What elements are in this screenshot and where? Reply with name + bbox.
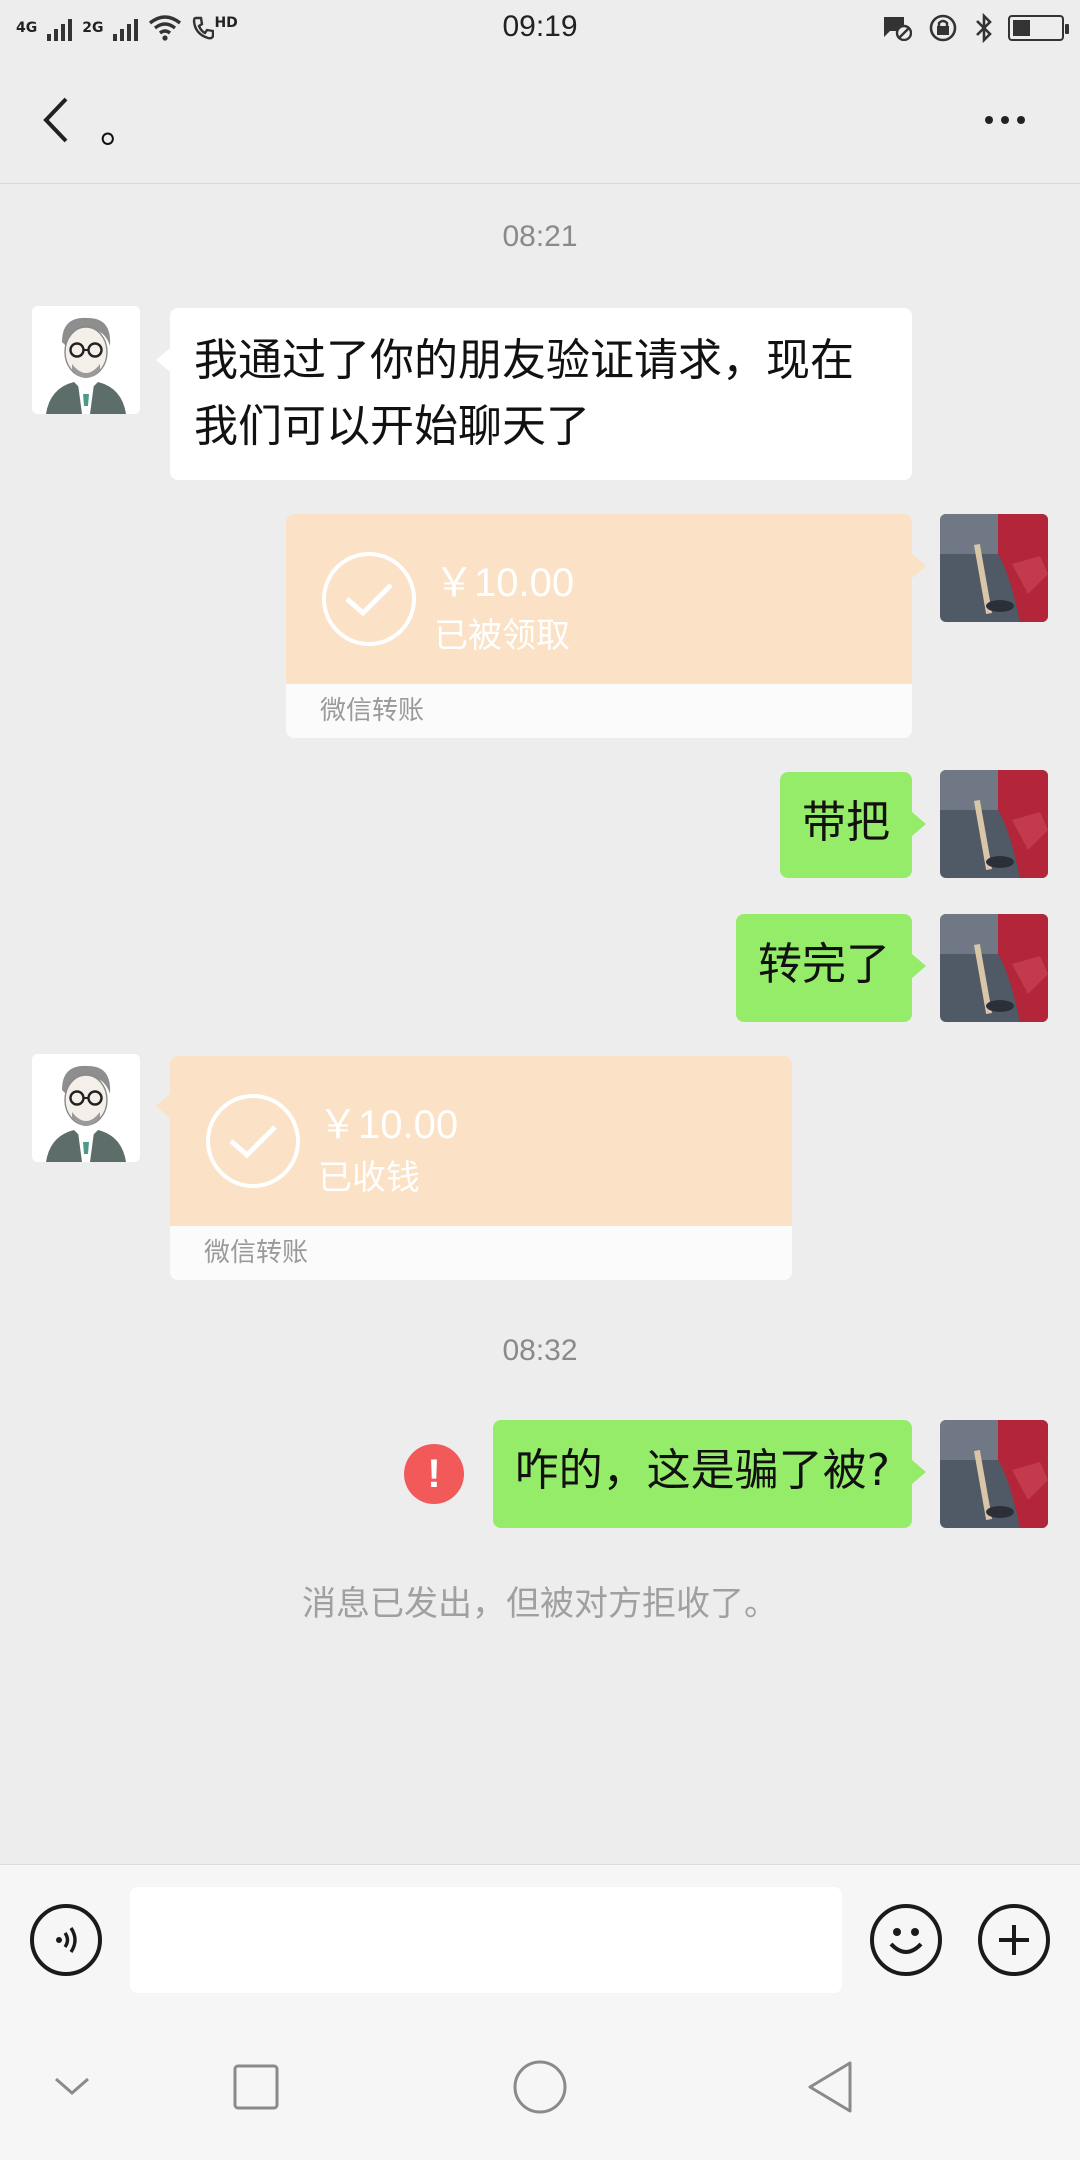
transfer-amount: ￥10.00 xyxy=(434,561,575,605)
chat-header: 。 xyxy=(0,56,1080,184)
timestamp: 08:32 xyxy=(502,1334,578,1367)
check-circle-icon xyxy=(206,1094,300,1188)
more-dot-icon xyxy=(1001,115,1009,124)
transfer-card-body: ￥10.00 已被领取 xyxy=(286,514,912,684)
transfer-bubble-arrow xyxy=(156,1094,170,1118)
chevron-left-icon xyxy=(43,97,68,142)
transfer-label: 微信转账 xyxy=(286,684,912,738)
contact-avatar[interactable] xyxy=(32,1054,140,1162)
hide-nav-button[interactable] xyxy=(12,2014,132,2160)
message-text: 转完了 xyxy=(758,939,890,990)
transfer-label: 微信转账 xyxy=(170,1226,792,1280)
message-bubble-sent[interactable]: 转完了 xyxy=(736,914,926,1022)
home-button[interactable] xyxy=(480,2014,600,2160)
check-circle-icon xyxy=(322,552,416,646)
message-text: 咋的，这是骗了被? xyxy=(514,1445,890,1496)
transfer-status: 已收钱 xyxy=(318,1158,420,1198)
my-avatar[interactable] xyxy=(940,514,1048,622)
transfer-card-body: ￥10.00 已收钱 xyxy=(170,1056,792,1226)
message-input[interactable] xyxy=(130,1887,842,1993)
transfer-amount: ￥10.00 xyxy=(318,1103,459,1147)
message-text: 我通过了你的朋友验证请求，现在我们可以开始聊天了 xyxy=(194,335,854,452)
battery-icon xyxy=(1008,15,1069,41)
more-actions-button[interactable] xyxy=(978,1904,1050,1976)
man-with-glasses-avatar-icon xyxy=(32,306,140,414)
transfer-card-sent[interactable]: ￥10.00 已被领取 微信转账 xyxy=(286,514,912,738)
my-avatar[interactable] xyxy=(940,914,1048,1022)
input-bar xyxy=(0,1864,1080,2014)
contact-avatar[interactable] xyxy=(32,306,140,414)
timestamp: 08:21 xyxy=(502,220,578,253)
system-navigation-bar xyxy=(0,2014,1080,2160)
message-bubble-sent[interactable]: 咋的，这是骗了被? xyxy=(492,1420,927,1528)
more-options-button[interactable] xyxy=(960,56,1050,183)
user-photo-avatar-icon xyxy=(940,514,1048,622)
chevron-down-icon xyxy=(55,2077,89,2095)
message-bubble-received[interactable]: 我通过了你的朋友验证请求，现在我们可以开始聊天了 xyxy=(156,308,912,480)
message-bubble-sent[interactable]: 带把 xyxy=(780,772,926,878)
more-dot-icon xyxy=(985,115,993,124)
rejected-notice: 消息已发出，但被对方拒收了。 xyxy=(302,1584,778,1624)
my-avatar[interactable] xyxy=(940,770,1048,878)
transfer-bubble-arrow xyxy=(912,554,926,578)
back-nav-button[interactable] xyxy=(770,2014,890,2160)
transfer-card-received[interactable]: ￥10.00 已收钱 微信转账 xyxy=(170,1056,792,1280)
recent-apps-button[interactable] xyxy=(196,2014,316,2160)
user-photo-avatar-icon xyxy=(940,1420,1048,1528)
more-dot-icon xyxy=(1017,115,1025,124)
triangle-back-icon xyxy=(808,2061,852,2113)
circle-icon xyxy=(513,2060,567,2114)
man-with-glasses-avatar-icon xyxy=(32,1054,140,1162)
voice-input-button[interactable] xyxy=(30,1904,102,1976)
plus-icon xyxy=(999,1925,1029,1955)
send-failed-icon[interactable]: ! xyxy=(404,1444,464,1504)
voice-icon xyxy=(56,1927,77,1953)
transfer-status: 已被领取 xyxy=(434,616,570,656)
emoji-button[interactable] xyxy=(870,1904,942,1976)
user-photo-avatar-icon xyxy=(940,770,1048,878)
user-photo-avatar-icon xyxy=(940,914,1048,1022)
my-avatar[interactable] xyxy=(940,1420,1048,1528)
chat-title: 。 xyxy=(100,105,140,152)
message-text: 带把 xyxy=(802,797,890,848)
clock: 09:19 xyxy=(502,10,578,43)
status-bar: 4G 2G HD 09:19 xyxy=(0,0,1080,56)
smiley-icon xyxy=(889,1928,923,1954)
back-button[interactable] xyxy=(0,56,110,183)
square-icon xyxy=(233,2064,279,2110)
